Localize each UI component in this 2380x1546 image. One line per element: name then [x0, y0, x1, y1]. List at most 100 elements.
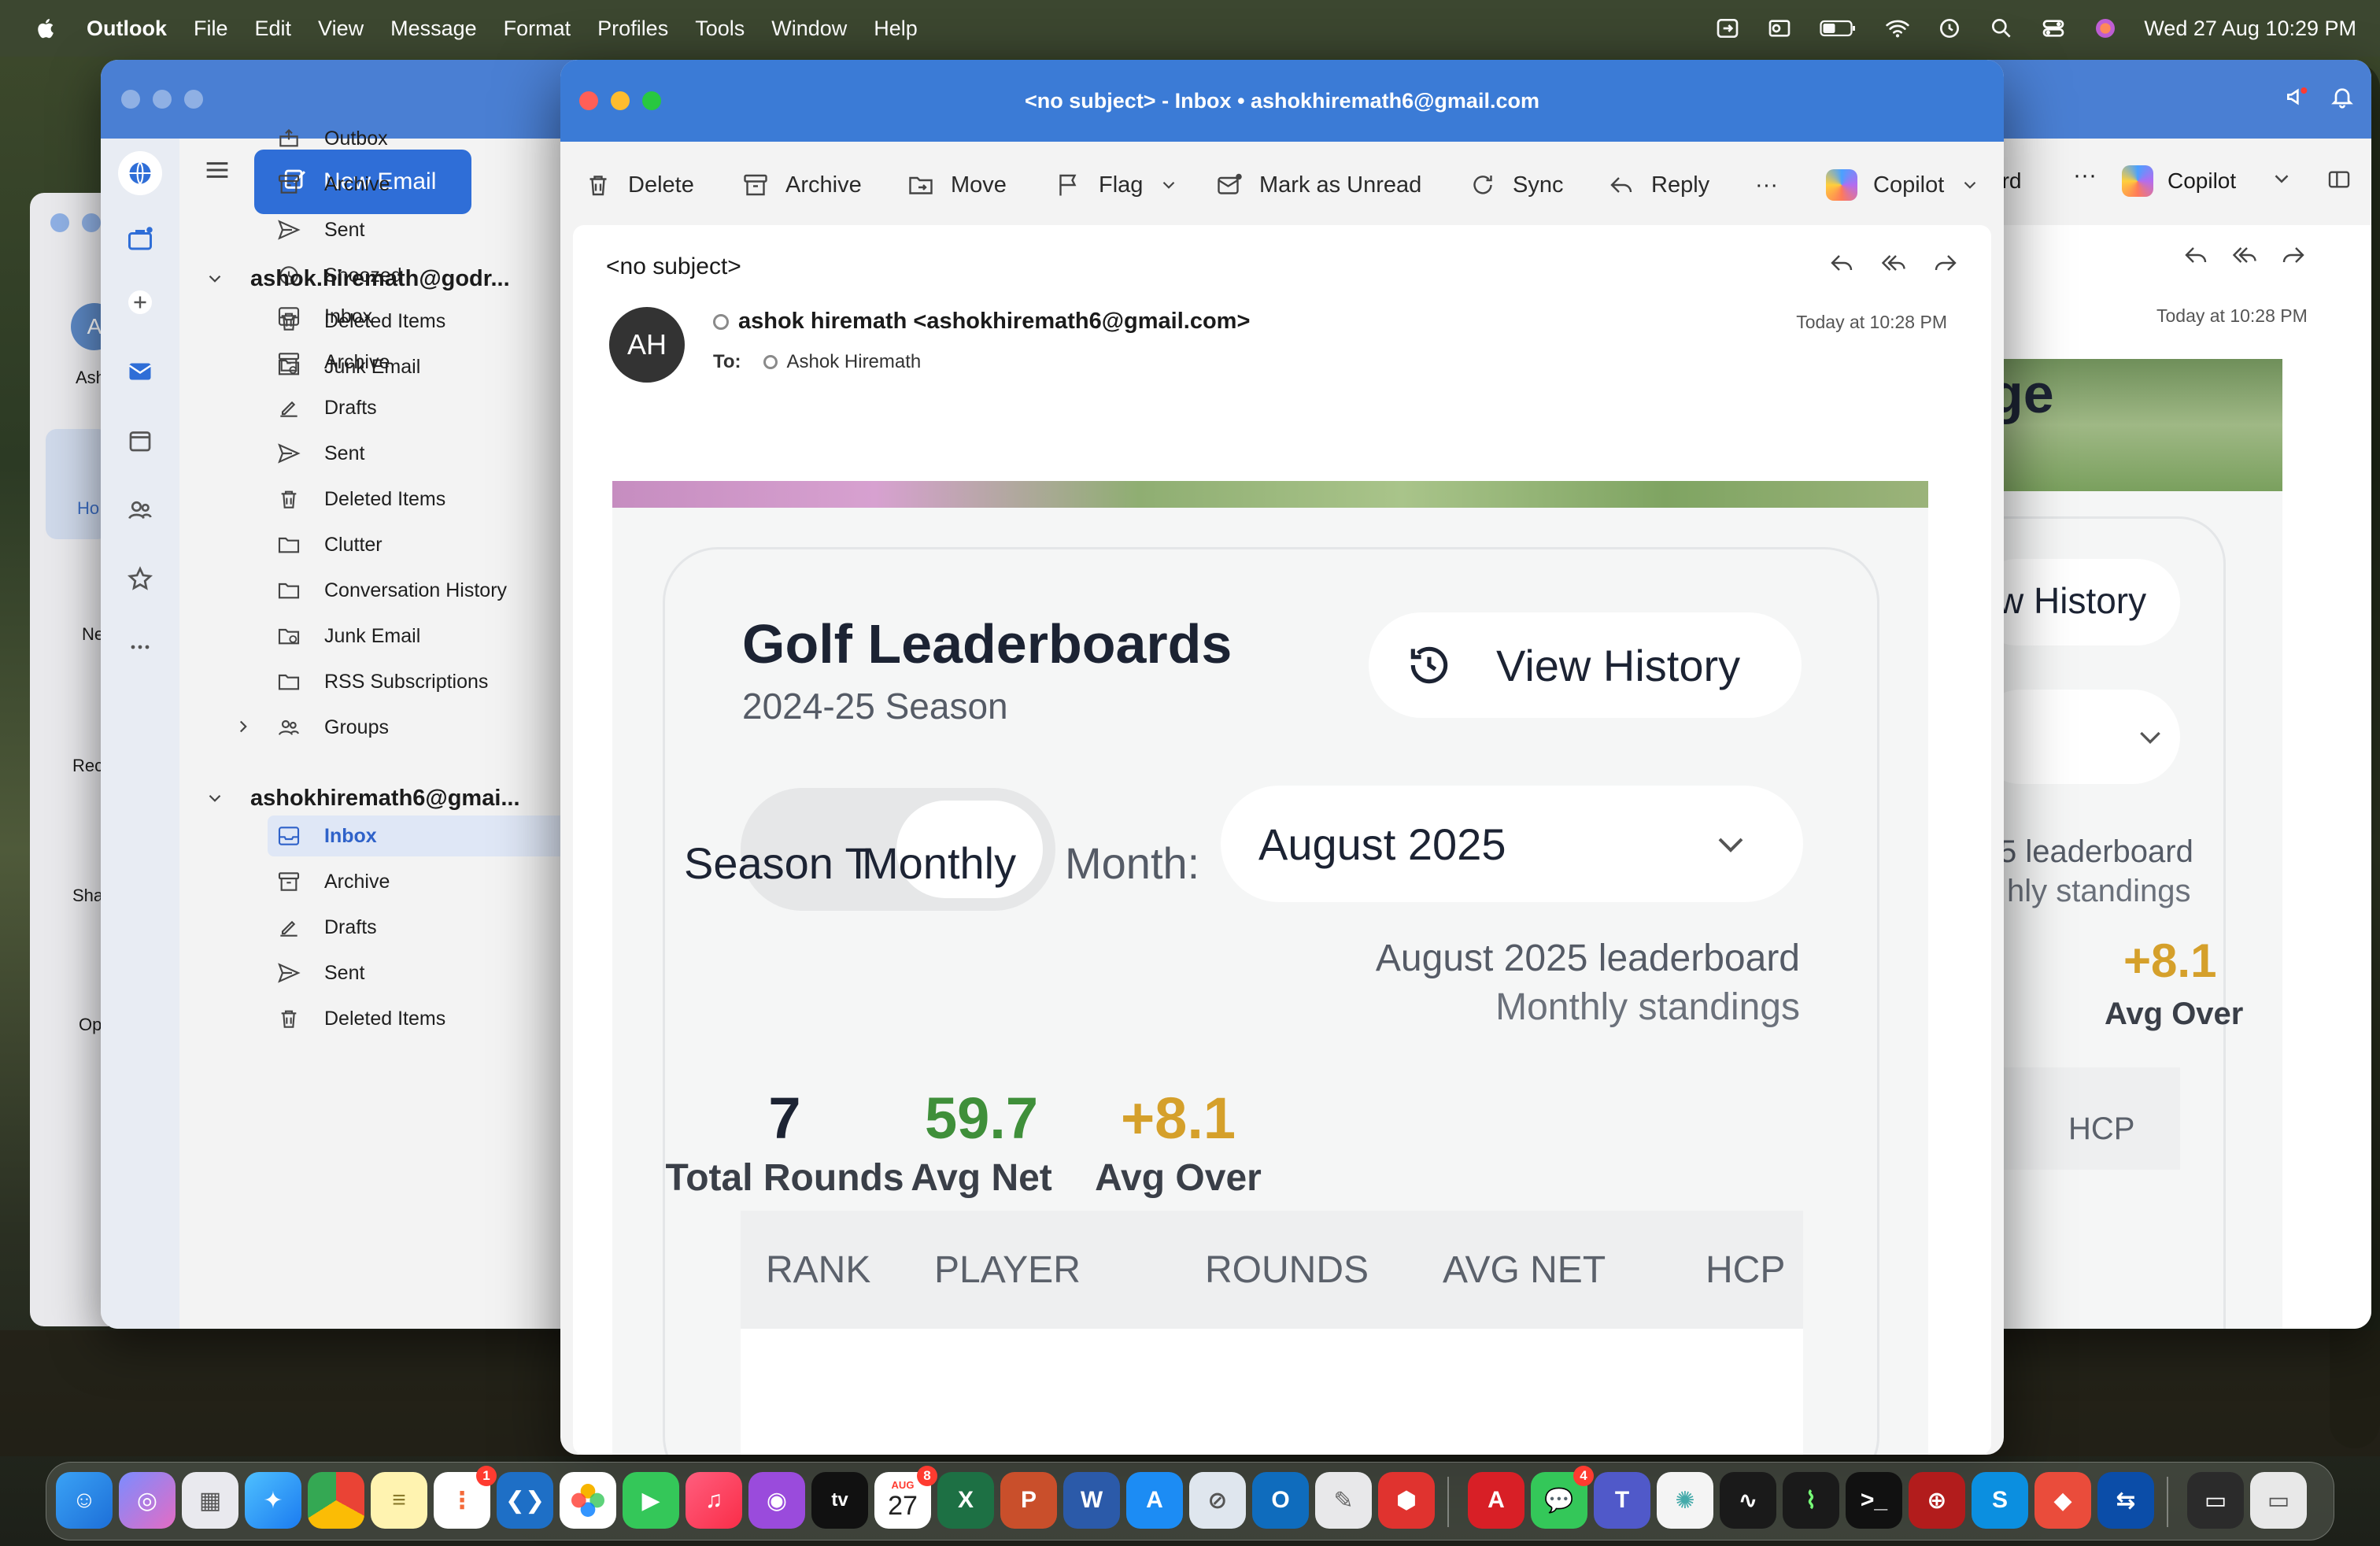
safari-icon[interactable]: ✦: [245, 1472, 301, 1529]
reply-all-icon[interactable]: [1879, 249, 1908, 277]
menu-message[interactable]: Message: [390, 17, 477, 41]
calendar-icon[interactable]: [118, 419, 162, 463]
sketchup-icon[interactable]: ⬢: [1378, 1472, 1435, 1529]
excel-icon[interactable]: X: [937, 1472, 994, 1529]
toggle-season-label[interactable]: Season T: [684, 838, 872, 889]
console-icon[interactable]: ⌇: [1783, 1472, 1839, 1529]
apple-icon[interactable]: [33, 15, 60, 42]
battery-icon[interactable]: [1818, 17, 1859, 40]
chevron-right-icon[interactable]: [233, 716, 253, 742]
skype-icon[interactable]: S: [1972, 1472, 2028, 1529]
chevron-down-icon[interactable]: [1960, 175, 1980, 195]
anydesk-icon[interactable]: ◆: [2034, 1472, 2091, 1529]
menu-window[interactable]: Window: [771, 17, 847, 41]
mail-icon[interactable]: [118, 350, 162, 394]
menu-edit[interactable]: Edit: [255, 17, 292, 41]
vscode-icon[interactable]: ❮❯: [497, 1472, 553, 1529]
finder-icon[interactable]: ☺: [56, 1472, 113, 1529]
toggle-monthly-label[interactable]: Monthly: [862, 838, 1016, 889]
menu-view[interactable]: View: [318, 17, 364, 41]
siri-icon[interactable]: [2092, 17, 2119, 40]
apps-grid-icon[interactable]: ▦: [182, 1472, 238, 1529]
control-center-icon[interactable]: [2040, 17, 2067, 40]
copilot-button[interactable]: Copilot: [1826, 164, 1980, 206]
word-icon[interactable]: W: [1063, 1472, 1120, 1529]
recent-window-icon[interactable]: ▭: [2250, 1472, 2307, 1529]
notes-icon[interactable]: ≡: [371, 1472, 427, 1529]
notification-bell-icon[interactable]: [2329, 85, 2356, 109]
chevron-down-icon[interactable]: [2270, 167, 2293, 194]
podcasts-icon[interactable]: ◉: [748, 1472, 805, 1529]
sync-button[interactable]: Sync: [1469, 164, 1563, 206]
recent-window-icon[interactable]: ▭: [2187, 1472, 2244, 1529]
apple-tv-icon[interactable]: tv: [811, 1472, 868, 1529]
menu-app-name[interactable]: Outlook: [87, 17, 167, 41]
disabled-app-icon[interactable]: ⊘: [1189, 1472, 1246, 1529]
sender-line[interactable]: ashok hiremath <ashokhiremath6@gmail.com…: [713, 309, 1250, 335]
spotlight-search-icon[interactable]: [1988, 17, 2015, 40]
forward-icon[interactable]: [2279, 241, 2308, 269]
view-history-button[interactable]: View History: [1369, 612, 1802, 718]
menu-format[interactable]: Format: [504, 17, 571, 41]
menu-profiles[interactable]: Profiles: [597, 17, 668, 41]
window-controls[interactable]: [121, 90, 203, 109]
window-controls[interactable]: [579, 91, 661, 110]
time-machine-icon[interactable]: [1936, 17, 1963, 40]
teamviewer-icon[interactable]: ⇆: [2097, 1472, 2154, 1529]
briefcase-icon[interactable]: [118, 217, 162, 261]
wifi-icon[interactable]: [1884, 17, 1911, 40]
people-icon[interactable]: [118, 488, 162, 532]
acrobat-icon[interactable]: A: [1468, 1472, 1524, 1529]
photos-icon[interactable]: [560, 1472, 616, 1529]
reply-icon[interactable]: [1828, 249, 1856, 277]
calendar-app-icon[interactable]: AUG 27 8: [874, 1466, 937, 1529]
delete-button[interactable]: Delete: [584, 164, 694, 206]
powerpoint-icon[interactable]: P: [1000, 1472, 1057, 1529]
archive-button[interactable]: Archive: [741, 164, 862, 206]
copilot-button[interactable]: Copilot: [2168, 168, 2236, 194]
teams-icon[interactable]: T: [1594, 1472, 1650, 1529]
remote-desktop-icon[interactable]: [1714, 17, 1741, 40]
reply-all-icon[interactable]: [2230, 241, 2259, 269]
flag-button[interactable]: Flag: [1055, 164, 1179, 206]
forward-icon[interactable]: [1931, 249, 1960, 277]
chevron-down-icon[interactable]: [1159, 175, 1179, 195]
hamburger-menu-icon[interactable]: [201, 154, 233, 186]
menubar-clock[interactable]: Wed 27 Aug 10:29 PM: [2144, 17, 2356, 41]
reminders-icon[interactable]: ⋮ 1: [434, 1466, 497, 1529]
add-icon[interactable]: [118, 280, 162, 324]
activity-monitor-icon[interactable]: ∿: [1720, 1472, 1776, 1529]
terminal-icon[interactable]: >_: [1846, 1472, 1902, 1529]
more-options-button[interactable]: ···: [1755, 164, 1778, 206]
menu-help[interactable]: Help: [874, 17, 918, 41]
pencil-app-icon[interactable]: ✎: [1315, 1472, 1372, 1529]
facetime-icon[interactable]: ▶: [623, 1472, 679, 1529]
zoom-window-button[interactable]: [642, 91, 661, 110]
close-window-button[interactable]: [579, 91, 598, 110]
music-icon[interactable]: ♫: [686, 1472, 742, 1529]
recipient-name[interactable]: Ashok Hiremath: [787, 351, 922, 373]
mark-as-unread-button[interactable]: Mark as Unread: [1215, 164, 1421, 206]
outlook-icon[interactable]: O: [1252, 1472, 1309, 1529]
move-button[interactable]: Move: [907, 164, 1007, 206]
menu-tools[interactable]: Tools: [695, 17, 745, 41]
pane-toggle-icon[interactable]: [2326, 167, 2352, 196]
more-apps-icon[interactable]: [118, 625, 162, 669]
sender-avatar[interactable]: AH: [609, 307, 685, 383]
messages-icon[interactable]: 💬 4: [1531, 1466, 1594, 1529]
globe-icon[interactable]: [118, 151, 162, 195]
reply-icon[interactable]: [2182, 241, 2210, 269]
more-options-icon[interactable]: ···: [2073, 162, 2097, 189]
minimize-window-button[interactable]: [611, 91, 630, 110]
launchpad-icon[interactable]: ◎: [119, 1472, 176, 1529]
chrome-icon[interactable]: [308, 1472, 364, 1529]
pinwheel-app-icon[interactable]: ✺: [1657, 1472, 1713, 1529]
crosshair-app-icon[interactable]: ⊕: [1909, 1472, 1965, 1529]
month-select[interactable]: August 2025: [1221, 786, 1803, 902]
reply-button[interactable]: Reply: [1607, 164, 1709, 206]
outlook-status-icon[interactable]: [1766, 17, 1793, 40]
trash-bin-icon[interactable]: [2313, 1472, 2329, 1529]
menu-file[interactable]: File: [194, 17, 228, 41]
star-icon[interactable]: [118, 557, 162, 601]
app-store-icon[interactable]: A: [1126, 1472, 1183, 1529]
